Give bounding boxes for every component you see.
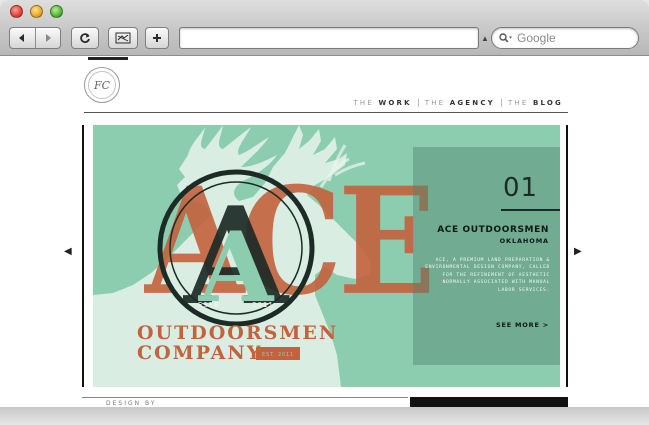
- snapback-button[interactable]: [108, 27, 138, 49]
- logo-top-bar: [88, 57, 128, 60]
- slider-left-rule: [82, 125, 84, 387]
- address-bar[interactable]: [179, 27, 479, 49]
- slide-client-location: OKLAHOMA: [499, 237, 549, 245]
- slider-right-rule: [566, 125, 568, 387]
- logo-monogram: FC: [88, 71, 116, 99]
- snapback-icon: [115, 32, 131, 44]
- search-icon[interactable]: [499, 33, 513, 43]
- nav-the-blog[interactable]: THE BLOG: [500, 99, 569, 107]
- bottom-rule: [82, 397, 408, 398]
- see-more-link[interactable]: SEE MORE >: [463, 321, 549, 329]
- back-forward-group: [9, 27, 61, 49]
- artwork-tag: EST. 2011: [262, 352, 294, 358]
- bottom-strip: DESIGN BY: [82, 397, 568, 407]
- artwork-line-outdoorsmen: OUTDOORSMEN: [137, 322, 338, 344]
- site-logo[interactable]: FC: [84, 67, 120, 103]
- slide-number-rule: [501, 209, 560, 211]
- nav-label: WORK: [378, 99, 412, 107]
- nav-label: AGENCY: [449, 99, 495, 107]
- slider-prev-icon[interactable]: ◀: [64, 246, 72, 257]
- header-divider: [84, 112, 568, 113]
- slide-number: 01: [503, 173, 539, 203]
- nav-the-work[interactable]: THE WORK: [347, 99, 417, 107]
- add-bookmark-button[interactable]: [145, 27, 169, 49]
- search-input[interactable]: [517, 31, 627, 45]
- reload-button[interactable]: [71, 27, 99, 49]
- browser-toolbar: ▲: [0, 0, 649, 56]
- emblem-year: 2011: [252, 301, 274, 309]
- slider-next-icon[interactable]: ▶: [574, 246, 582, 257]
- back-icon: [19, 34, 25, 42]
- bottom-dark-block: [410, 397, 568, 407]
- bottom-text: DESIGN BY: [106, 400, 157, 407]
- browser-window: ▲ FC THE WORK THE AGENCY THE BLOG ◀: [0, 0, 649, 425]
- back-button[interactable]: [10, 28, 35, 48]
- slide-client-name: ACE OUTDOORSMEN: [437, 225, 549, 235]
- forward-button[interactable]: [34, 28, 60, 48]
- nav-prefix: THE: [507, 99, 529, 107]
- nav-prefix: THE: [424, 99, 446, 107]
- minimize-window-button[interactable]: [30, 5, 43, 18]
- nav-prefix: THE: [353, 99, 374, 107]
- zoom-window-button[interactable]: [50, 5, 63, 18]
- artwork-line-company: COMPANY: [137, 342, 262, 364]
- web-page: FC THE WORK THE AGENCY THE BLOG ◀ ▶ ACE …: [0, 57, 649, 407]
- search-bar[interactable]: [491, 27, 639, 49]
- slide-description: ACE, a premium land preparation & enviro…: [425, 258, 550, 293]
- nav-the-agency[interactable]: THE AGENCY: [417, 99, 501, 107]
- address-input[interactable]: [180, 28, 478, 48]
- featured-slide[interactable]: ACE A A ESTB 2011 OUTDOORSMEN COMPANY ES…: [93, 125, 560, 387]
- site-nav: THE WORK THE AGENCY THE BLOG: [347, 99, 569, 107]
- address-dropdown-icon[interactable]: ▲: [481, 34, 489, 43]
- add-bookmark-icon: [153, 34, 161, 42]
- emblem-estb: ESTB: [198, 301, 220, 309]
- window-bottom-edge: [0, 407, 649, 425]
- reload-icon: [80, 33, 90, 43]
- forward-icon: [45, 34, 51, 42]
- nav-label: BLOG: [532, 99, 563, 107]
- close-window-button[interactable]: [10, 5, 23, 18]
